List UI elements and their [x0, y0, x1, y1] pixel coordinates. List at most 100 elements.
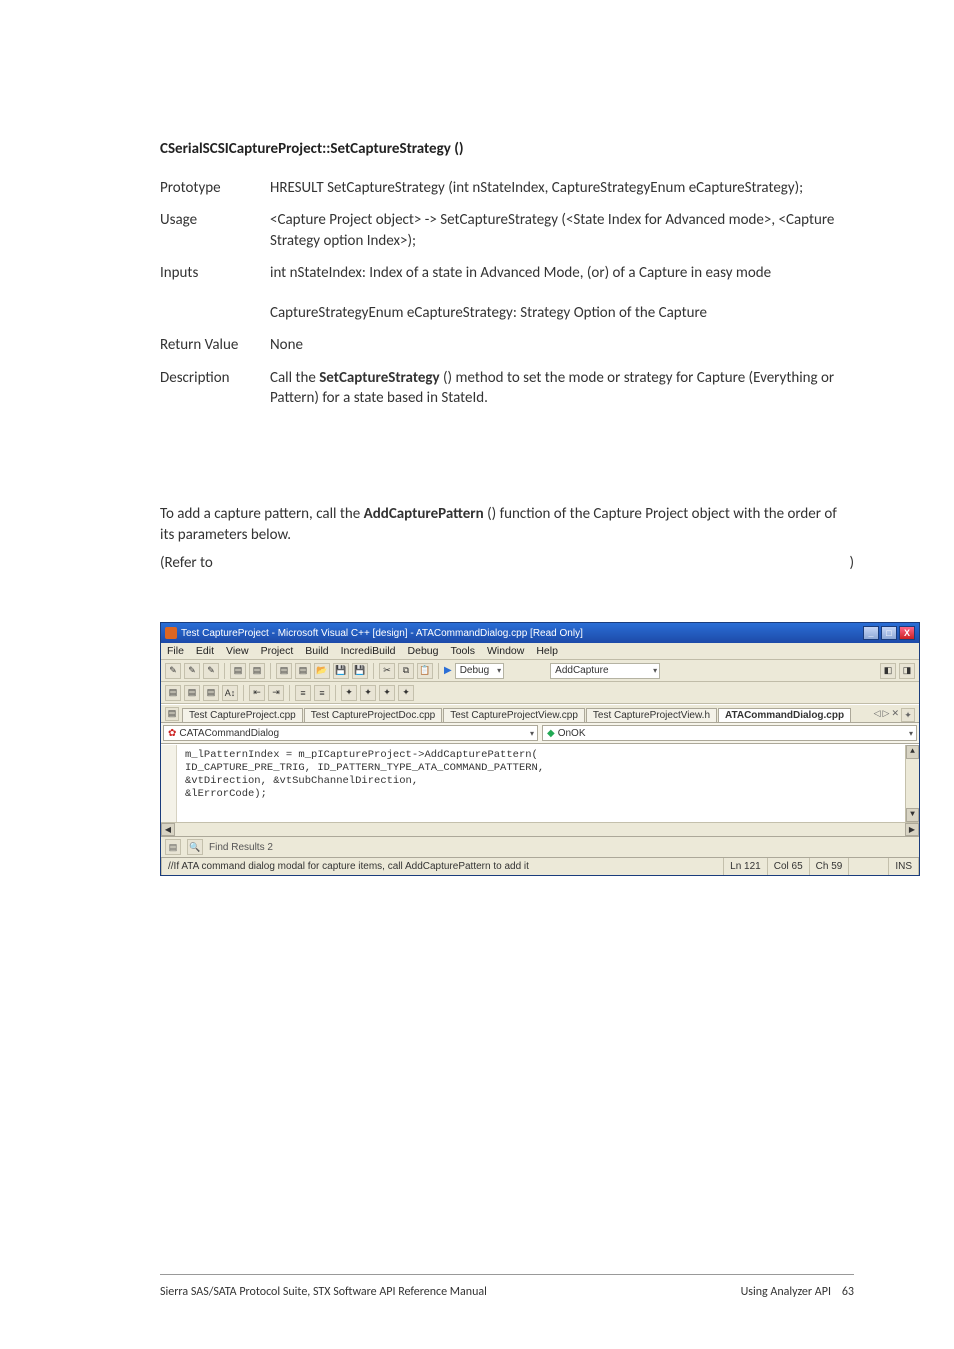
save-icon[interactable]: 💾 — [333, 663, 349, 679]
tool-icon[interactable]: ▤ — [276, 663, 292, 679]
bookmark-icon[interactable]: ✦ — [360, 685, 376, 701]
inputs-line1: int nStateIndex: Index of a state in Adv… — [270, 264, 771, 282]
bookmark-icon[interactable]: ✦ — [379, 685, 395, 701]
menu-incredibuild[interactable]: IncrediBuild — [341, 645, 396, 657]
output-icon[interactable]: ▤ — [165, 839, 181, 855]
maximize-button[interactable]: □ — [881, 626, 897, 640]
tool-icon[interactable]: ▤ — [184, 685, 200, 701]
tool-icon[interactable]: ◨ — [899, 663, 915, 679]
tool-icon[interactable]: ✎ — [184, 663, 200, 679]
desc-pre: Call the — [270, 369, 319, 387]
label-prototype: Prototype — [160, 172, 270, 204]
bookmark-icon[interactable]: ✦ — [341, 685, 357, 701]
code-line: &vtDirection, &vtSubChannelDirection, — [185, 775, 913, 788]
tool-icon[interactable]: A↕ — [222, 685, 238, 701]
tab-close-icon[interactable]: ✕ — [891, 708, 899, 722]
label-return: Return Value — [160, 329, 270, 361]
tool-icon[interactable]: ✎ — [203, 663, 219, 679]
menu-view[interactable]: View — [226, 645, 249, 657]
paste-icon[interactable]: 📋 — [417, 663, 433, 679]
value-prototype: HRESULT SetCaptureStrategy (int nStateIn… — [270, 172, 854, 204]
tab-next-icon[interactable]: ▷ — [883, 708, 890, 722]
status-ch: Ch 59 — [810, 858, 850, 875]
menu-build[interactable]: Build — [305, 645, 328, 657]
indent-icon[interactable]: ⇤ — [249, 685, 265, 701]
find-combo[interactable]: AddCapture — [550, 663, 660, 679]
class-combo[interactable]: ✿ CATACommandDialog — [163, 725, 538, 741]
body1-pre: To add a capture pattern, call the — [160, 505, 364, 523]
scroll-left-icon[interactable]: ◀ — [161, 823, 175, 836]
menu-help[interactable]: Help — [536, 645, 558, 657]
document-tab[interactable]: Test CaptureProjectView.cpp — [443, 708, 585, 722]
status-ins: INS — [889, 858, 919, 875]
toolbar-2: ▤ ▤ ▤ A↕ ⇤ ⇥ ≡ ≡ ✦ ✦ ✦ ✦ — [161, 682, 919, 704]
menu-file[interactable]: File — [167, 645, 184, 657]
code-line: m_lPatternIndex = m_pICaptureProject->Ad… — [185, 749, 913, 762]
tool-icon[interactable]: ▤ — [295, 663, 311, 679]
close-button[interactable]: X — [899, 626, 915, 640]
definition-table: Prototype HRESULT SetCaptureStrategy (in… — [160, 172, 854, 414]
debug-config-combo[interactable]: Debug — [455, 663, 504, 679]
bookmark-icon[interactable]: ✦ — [398, 685, 414, 701]
row-usage: Usage <Capture Project object> -> SetCap… — [160, 204, 854, 257]
menu-bar: File Edit View Project Build IncrediBuil… — [161, 643, 919, 660]
inputs-line2: CaptureStrategyEnum eCaptureStrategy: St… — [270, 303, 846, 323]
tool-icon[interactable]: ≡ — [314, 685, 330, 701]
tab-prev-icon[interactable]: ◁ — [874, 708, 881, 722]
cut-icon[interactable]: ✂ — [379, 663, 395, 679]
code-line: &lErrorCode); — [185, 788, 913, 801]
menu-project[interactable]: Project — [261, 645, 294, 657]
document-tab[interactable]: Test CaptureProjectDoc.cpp — [304, 708, 443, 722]
status-col: Col 65 — [768, 858, 810, 875]
body-paragraph-1: To add a capture pattern, call the AddCa… — [160, 504, 854, 546]
row-prototype: Prototype HRESULT SetCaptureStrategy (in… — [160, 172, 854, 204]
horizontal-scrollbar[interactable]: ◀ ▶ — [161, 822, 919, 836]
page-footer: Sierra SAS/SATA Protocol Suite, STX Soft… — [160, 1274, 854, 1299]
menu-debug[interactable]: Debug — [408, 645, 439, 657]
outdent-icon[interactable]: ⇥ — [268, 685, 284, 701]
menu-edit[interactable]: Edit — [196, 645, 214, 657]
find-results-panel[interactable]: ▤ 🔍 Find Results 2 — [161, 836, 919, 857]
menu-tools[interactable]: Tools — [450, 645, 475, 657]
desc-bold: SetCaptureStrategy — [319, 369, 439, 387]
class-combo-value: CATACommandDialog — [179, 728, 279, 739]
scroll-up-icon[interactable]: ▲ — [906, 745, 919, 759]
toolbar-separator — [243, 685, 244, 701]
app-logo-icon — [165, 627, 177, 639]
tool-icon[interactable]: ▤ — [165, 685, 181, 701]
vertical-scrollbar[interactable]: ▲ ▼ — [905, 745, 919, 822]
ide-window: Test CaptureProject - Microsoft Visual C… — [160, 622, 920, 876]
scroll-right-icon[interactable]: ▶ — [905, 823, 919, 836]
find-icon[interactable]: 🔍 — [187, 839, 203, 855]
tool-icon[interactable]: ▤ — [230, 663, 246, 679]
window-list-icon[interactable]: ▤ — [165, 707, 179, 721]
document-tab[interactable]: Test CaptureProject.cpp — [182, 708, 303, 722]
code-editor[interactable]: ▲ ▼ m_lPatternIndex = m_pICaptureProject… — [161, 744, 919, 822]
refer-row: (Refer to ) — [160, 554, 854, 572]
refer-right: ) — [849, 554, 854, 572]
function-combo-value: OnOK — [558, 728, 586, 739]
document-tab-active[interactable]: ATACommandDialog.cpp — [718, 708, 851, 722]
code-gutter — [161, 745, 177, 822]
copy-icon[interactable]: ⧉ — [398, 663, 414, 679]
find-results-label: Find Results 2 — [209, 842, 273, 853]
window-title: Test CaptureProject - Microsoft Visual C… — [181, 628, 583, 639]
tool-icon[interactable]: ✎ — [165, 663, 181, 679]
menu-window[interactable]: Window — [487, 645, 524, 657]
tool-icon[interactable]: ≡ — [295, 685, 311, 701]
tool-icon[interactable]: ▤ — [249, 663, 265, 679]
function-combo[interactable]: ◆ OnOK — [542, 725, 917, 741]
body1-bold: AddCapturePattern — [364, 505, 484, 523]
open-icon[interactable]: 📂 — [314, 663, 330, 679]
tool-icon[interactable]: ▤ — [203, 685, 219, 701]
save-all-icon[interactable]: 💾 — [352, 663, 368, 679]
minimize-button[interactable]: _ — [863, 626, 879, 640]
scroll-down-icon[interactable]: ▼ — [906, 808, 919, 822]
toolbar-separator — [289, 685, 290, 701]
toolbar-separator — [373, 663, 374, 679]
tool-icon[interactable]: ◧ — [880, 663, 896, 679]
document-tabstrip: ▤ Test CaptureProject.cpp Test CapturePr… — [161, 704, 919, 722]
document-tab[interactable]: Test CaptureProjectView.h — [586, 708, 717, 722]
value-usage: <Capture Project object> -> SetCaptureSt… — [270, 204, 854, 257]
tool-icon[interactable]: ✦ — [901, 708, 915, 722]
